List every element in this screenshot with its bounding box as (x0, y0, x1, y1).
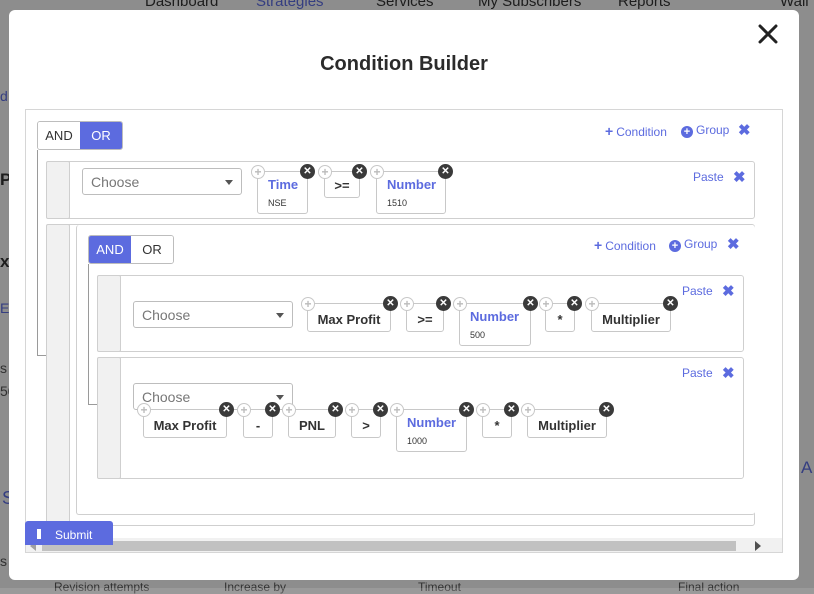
choose-select[interactable]: Choose (82, 168, 242, 195)
condition-builder-modal: Condition Builder AND OR + Condition + Gro… (9, 10, 799, 580)
token-multiplier[interactable]: + ✕ Multiplier (585, 296, 678, 332)
token-number[interactable]: + ✕ Number 1510 (370, 164, 453, 214)
root-remove-icon[interactable]: ✖ (738, 121, 751, 139)
subgroup-rule-row: Choose +✕ Max Profit +✕ >= +✕ Number (97, 275, 744, 352)
remove-icon[interactable]: ✕ (373, 402, 388, 417)
remove-icon[interactable]: ✕ (383, 296, 398, 311)
horizontal-scrollbar[interactable] (26, 538, 782, 552)
scroll-right-icon[interactable] (755, 541, 761, 551)
plus-icon[interactable]: + (237, 403, 251, 417)
chevron-down-icon (225, 180, 233, 185)
token-max-profit[interactable]: + ✕ Max Profit (301, 296, 398, 332)
plus-icon[interactable]: + (521, 403, 535, 417)
subgroup-remove-icon[interactable]: ✖ (727, 235, 740, 253)
plus-icon[interactable]: + (585, 297, 599, 311)
remove-icon[interactable]: ✕ (663, 296, 678, 311)
chevron-down-icon (276, 313, 284, 318)
token-time[interactable]: + ✕ Time NSE (251, 164, 315, 214)
subgroup-rule-row: Choose + ✕ Max Profit + ✕ - + ✕ PNL + ✕ … (97, 357, 744, 479)
remove-icon[interactable]: ✕ (265, 402, 280, 417)
token-number[interactable]: + ✕ Number 1000 (390, 402, 474, 452)
root-add-condition-link[interactable]: + Condition (605, 123, 667, 139)
token-operator[interactable]: + ✕ * (539, 296, 582, 332)
rule-drag-handle[interactable] (97, 357, 121, 479)
plus-icon[interactable]: + (390, 403, 404, 417)
group-drag-handle[interactable] (46, 224, 70, 527)
root-rule-row: Choose + ✕ Time NSE + ✕ >= + ✕ Number 1510 … (46, 161, 755, 219)
remove-icon[interactable]: ✕ (567, 296, 582, 311)
token-operator[interactable]: + ✕ >= (400, 296, 451, 332)
remove-icon[interactable]: ✕ (599, 402, 614, 417)
plus-icon[interactable]: + (301, 297, 315, 311)
remove-icon[interactable]: ✖ (722, 282, 735, 300)
remove-icon[interactable]: ✕ (436, 296, 451, 311)
remove-icon[interactable]: ✖ (733, 168, 746, 186)
token-number[interactable]: + ✕ Number 500 (453, 296, 538, 346)
remove-icon[interactable]: ✕ (438, 164, 453, 179)
token-operator[interactable]: + ✕ > (345, 402, 388, 438)
remove-icon[interactable]: ✕ (219, 402, 234, 417)
token-operator[interactable]: + ✕ * (476, 402, 519, 438)
root-and-or-toggle: AND OR (37, 121, 123, 150)
rule-drag-handle[interactable] (46, 161, 70, 219)
paste-link[interactable]: Paste (693, 170, 724, 184)
arrow-icon (37, 529, 41, 539)
circle-plus-icon: + (681, 126, 693, 138)
plus-icon[interactable]: + (345, 403, 359, 417)
modal-title: Condition Builder (320, 53, 488, 75)
horizontal-scroll-thumb[interactable] (42, 541, 736, 551)
paste-link[interactable]: Paste (682, 284, 713, 298)
subgroup-and-or-toggle: AND OR (88, 235, 174, 264)
plus-icon[interactable]: + (476, 403, 490, 417)
rule-drag-handle[interactable] (97, 275, 121, 352)
plus-icon[interactable]: + (137, 403, 151, 417)
remove-icon[interactable]: ✕ (504, 402, 519, 417)
remove-icon[interactable]: ✕ (352, 164, 367, 179)
plus-icon[interactable]: + (318, 165, 332, 179)
builder-content: AND OR + Condition + Group ✖ Choose + ✕ Tim… (26, 110, 768, 538)
subgroup-add-condition-link[interactable]: + Condition (594, 237, 656, 253)
root-or-button[interactable]: OR (80, 122, 122, 149)
token-pnl[interactable]: + ✕ PNL (282, 402, 343, 438)
subgroup-container: AND OR +Condition +Group ✖ Choose +✕ (46, 224, 755, 527)
close-icon[interactable] (755, 21, 781, 47)
subgroup-body: AND OR +Condition +Group ✖ Choose +✕ (76, 225, 755, 515)
paste-link[interactable]: Paste (682, 366, 713, 380)
plus-icon[interactable]: + (251, 165, 265, 179)
plus-icon: + (594, 237, 603, 253)
remove-icon[interactable]: ✕ (459, 402, 474, 417)
token-operator[interactable]: + ✕ >= (318, 164, 367, 198)
root-and-button[interactable]: AND (38, 122, 80, 149)
plus-icon: + (605, 123, 614, 139)
builder-scroll-area[interactable]: AND OR + Condition + Group ✖ Choose + ✕ Tim… (25, 109, 783, 553)
plus-icon[interactable]: + (453, 297, 467, 311)
remove-icon[interactable]: ✕ (300, 164, 315, 179)
choose-select[interactable]: Choose (133, 301, 293, 328)
plus-icon[interactable]: + (539, 297, 553, 311)
plus-icon[interactable]: + (370, 165, 384, 179)
submit-button[interactable]: Submit (25, 521, 113, 545)
remove-icon[interactable]: ✕ (523, 296, 538, 311)
remove-icon[interactable]: ✕ (328, 402, 343, 417)
subgroup-or-button[interactable]: OR (131, 236, 173, 263)
circle-plus-icon: + (669, 240, 681, 252)
chevron-down-icon (276, 395, 284, 400)
plus-icon[interactable]: + (282, 403, 296, 417)
root-add-group-link[interactable]: + Group (681, 123, 729, 138)
plus-icon[interactable]: + (400, 297, 414, 311)
token-multiplier[interactable]: + ✕ Multiplier (521, 402, 614, 438)
subgroup-add-group-link[interactable]: + Group (669, 237, 717, 252)
token-max-profit[interactable]: + ✕ Max Profit (137, 402, 234, 438)
remove-icon[interactable]: ✖ (722, 364, 735, 382)
token-operator[interactable]: + ✕ - (237, 402, 280, 438)
subgroup-and-button[interactable]: AND (89, 236, 131, 263)
